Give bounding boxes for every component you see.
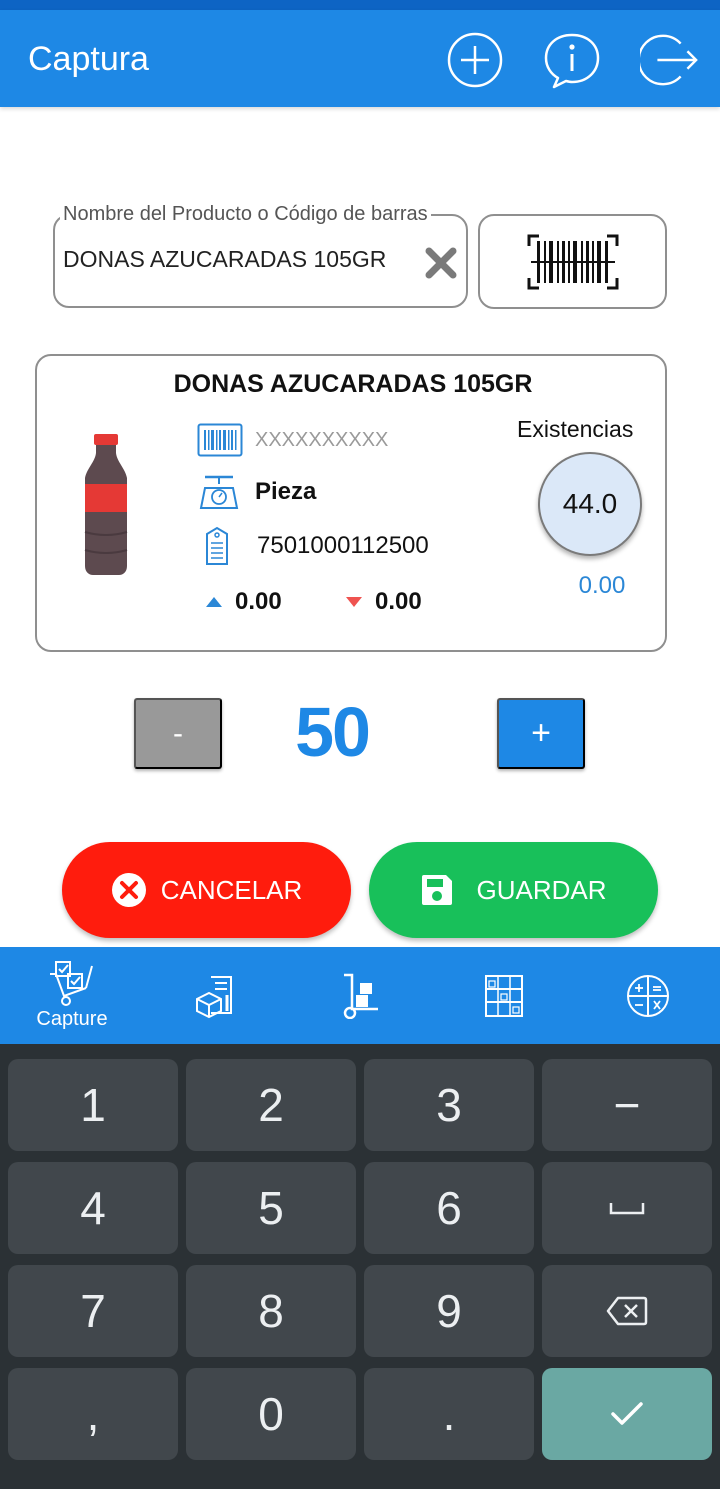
- arrow-up-icon: [206, 597, 222, 607]
- product-search-input[interactable]: [63, 246, 418, 273]
- decrease-quantity-button[interactable]: -: [134, 698, 222, 769]
- increase-quantity-button[interactable]: +: [497, 698, 585, 769]
- nav-hand-truck[interactable]: [330, 947, 390, 1044]
- stock-label: Existencias: [517, 416, 634, 442]
- key-comma[interactable]: ,: [8, 1368, 178, 1460]
- product-card: DONAS AZUCARADAS 105GR XXXXXXXXXX Pieza …: [35, 354, 667, 652]
- bottom-navigation: Capture: [0, 947, 720, 1044]
- unit-row: Pieza: [197, 474, 316, 510]
- close-icon: [425, 247, 457, 279]
- search-field-label: Nombre del Producto o Código de barras: [60, 203, 431, 226]
- delta-down-value: 0.00: [375, 588, 422, 615]
- add-button[interactable]: [445, 30, 505, 90]
- nav-calculator[interactable]: [618, 947, 678, 1044]
- key-4[interactable]: 4: [8, 1162, 178, 1254]
- barcode-scan-icon: [527, 234, 618, 289]
- key-6[interactable]: 6: [364, 1162, 534, 1254]
- inventory-report-icon: [196, 975, 232, 1018]
- save-label: GUARDAR: [476, 874, 607, 905]
- key-enter[interactable]: [542, 1368, 712, 1460]
- product-unit: Pieza: [255, 478, 317, 505]
- sku-row: XXXXXXXXXX: [197, 422, 388, 458]
- product-search-field: [53, 214, 468, 308]
- key-8[interactable]: 8: [186, 1265, 356, 1357]
- logout-icon: [640, 34, 698, 86]
- clear-search-button[interactable]: [420, 242, 462, 284]
- capture-cart-icon: [50, 961, 93, 1006]
- delta-up: 0.00: [205, 588, 282, 616]
- nav-capture[interactable]: Capture: [22, 947, 122, 1044]
- app-bar: Captura: [0, 10, 720, 107]
- key-2[interactable]: 2: [186, 1059, 356, 1151]
- stock-badge: 44.0: [538, 452, 642, 556]
- scan-barcode-button[interactable]: [478, 214, 667, 309]
- price-tag-icon: [206, 526, 228, 565]
- numeric-keyboard: 1 2 3 − 4 5 6 7 8 9 , 0 .: [0, 1044, 720, 1489]
- key-backspace[interactable]: [542, 1265, 712, 1357]
- key-minus[interactable]: −: [542, 1059, 712, 1151]
- key-space[interactable]: [542, 1162, 712, 1254]
- key-5[interactable]: 5: [186, 1162, 356, 1254]
- page-title: Captura: [28, 40, 149, 78]
- delta-down: 0.00: [345, 588, 422, 616]
- key-3[interactable]: 3: [364, 1059, 534, 1151]
- floppy-disk-icon: [422, 875, 453, 905]
- backspace-icon: [606, 1296, 648, 1326]
- soda-bottle-icon: [84, 434, 128, 575]
- product-sku: XXXXXXXXXX: [255, 428, 389, 451]
- space-icon: [609, 1203, 645, 1215]
- key-7[interactable]: 7: [8, 1265, 178, 1357]
- cancel-button[interactable]: CANCELAR: [62, 842, 351, 938]
- cancel-circle-icon: [111, 873, 146, 907]
- add-circle-icon: [447, 32, 503, 88]
- scale-icon: [199, 475, 239, 509]
- cancel-label: CANCELAR: [160, 874, 303, 905]
- calculator-circle-icon: [627, 974, 669, 1017]
- quantity-value: 50: [295, 693, 371, 771]
- hand-truck-icon: [343, 973, 378, 1019]
- info-chat-icon: [544, 33, 600, 89]
- shelves-icon: [485, 974, 523, 1017]
- key-0[interactable]: 0: [186, 1368, 356, 1460]
- nav-shelves[interactable]: [474, 947, 534, 1044]
- checkmark-icon: [611, 1402, 643, 1425]
- code-row: 7501000112500: [197, 526, 429, 565]
- logout-button[interactable]: [640, 30, 700, 90]
- info-button[interactable]: [542, 30, 602, 90]
- barcode-icon: [197, 423, 243, 457]
- product-barcode: 7501000112500: [257, 532, 429, 559]
- product-name: DONAS AZUCARADAS 105GR: [173, 370, 533, 398]
- key-1[interactable]: 1: [8, 1059, 178, 1151]
- arrow-down-icon: [346, 597, 362, 607]
- key-period[interactable]: .: [364, 1368, 534, 1460]
- key-9[interactable]: 9: [364, 1265, 534, 1357]
- stock-secondary-value: 0.00: [578, 572, 626, 599]
- nav-inventory-report[interactable]: [186, 947, 246, 1044]
- nav-capture-label: Capture: [36, 1008, 108, 1030]
- save-button[interactable]: GUARDAR: [369, 842, 658, 938]
- status-bar-strip: [0, 0, 720, 10]
- delta-up-value: 0.00: [235, 588, 282, 615]
